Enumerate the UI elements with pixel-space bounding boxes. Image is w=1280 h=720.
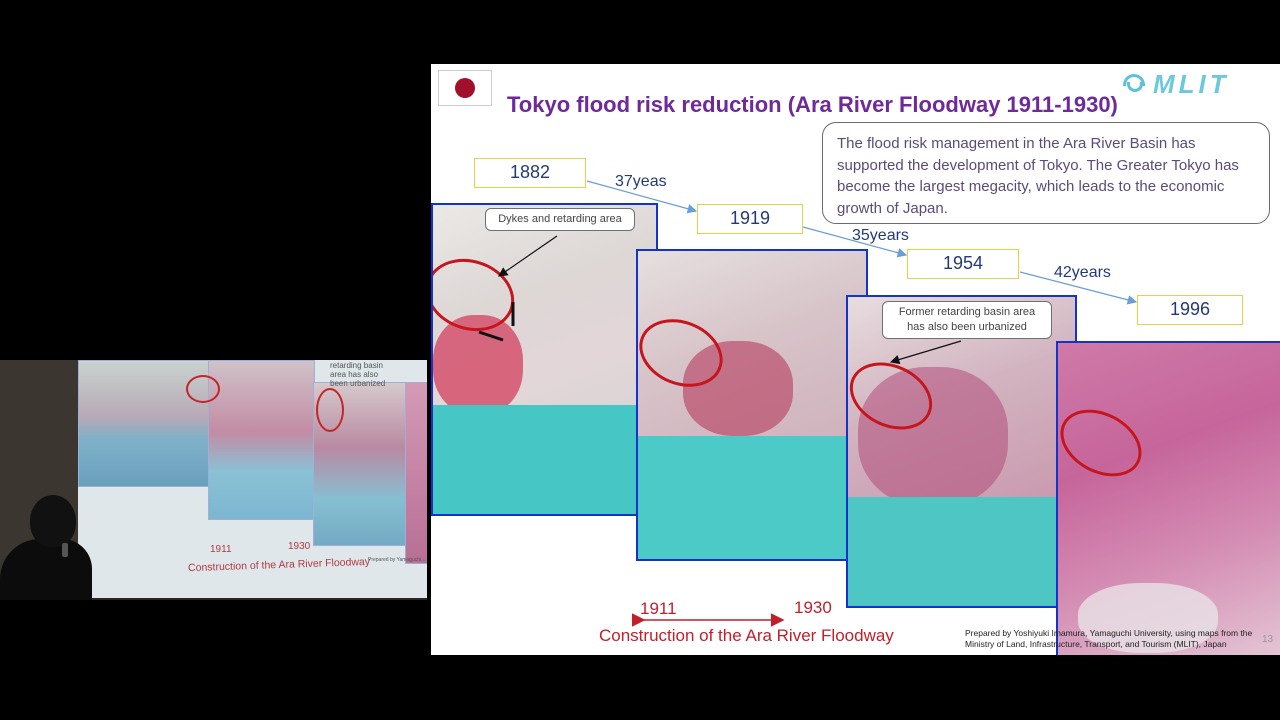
callout-pointer-dykes [498,235,558,277]
callout-former-basin: Former retarding basin area has also bee… [882,301,1052,339]
speaker-body [0,539,92,600]
projected-map-2 [208,360,315,520]
projected-callout: retarding basin area has also been urban… [330,361,386,388]
timeline-arrow-1 [586,180,698,214]
floodway-mark [478,330,504,342]
projected-year-start: 1911 [210,544,232,555]
page-number: 13 [1262,634,1274,645]
timeline-arrow-3 [1019,271,1138,305]
projected-ellipse-2 [316,388,344,432]
projected-year-end: 1930 [288,541,311,552]
timeline-arrow-2 [802,226,908,258]
speaker-video-inset: retarding basin area has also been urban… [0,360,427,600]
projected-slide: retarding basin area has also been urban… [78,360,427,598]
presentation-slide: MLIT Tokyo flood risk reduction (Ara Riv… [431,64,1280,655]
callout-dykes: Dykes and retarding area [485,208,635,231]
projected-credit: Prepared by Yamaguchi... [368,557,426,563]
projected-ellipse-1 [186,375,220,403]
microphone-icon [62,543,68,557]
speaker-head [30,495,76,547]
slide-annotations [478,180,1138,627]
projected-map-4 [405,382,427,564]
speaker [0,495,110,600]
projected-construction-label: Construction of the Ara River Floodway [187,555,371,575]
credit-text: Prepared by Yoshiyuki Imamura, Yamaguchi… [965,628,1253,649]
callout-pointer-former [889,340,962,365]
